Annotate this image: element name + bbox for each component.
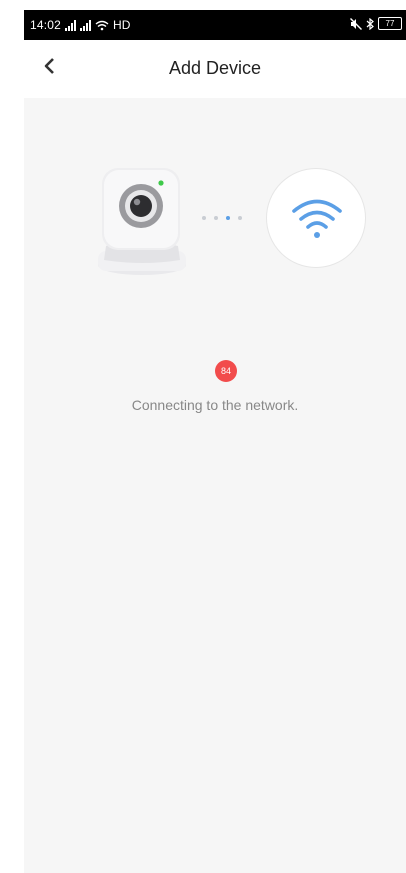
wifi-target [266,168,366,268]
connection-dots [202,216,242,220]
app-screen: 14:02 HD 77 Add Device 84 Connecting to … [24,10,406,873]
status-bar-left: 14:02 HD [30,18,130,32]
page-title: Add Device [168,58,262,78]
progress-dot [238,216,242,220]
mute-icon [350,17,362,30]
progress-dot-active [226,216,230,220]
network-type: HD [113,18,131,32]
status-bar: 14:02 HD 77 [24,10,406,40]
signal-icon [65,19,77,31]
progress-dot [202,216,206,220]
progress-dot [214,216,218,220]
connection-status-text: Connecting to the network. [131,397,299,413]
wifi-status-icon [95,20,109,30]
status-time: 14:02 [30,18,62,32]
bluetooth-icon [366,17,374,30]
camera-icon [98,168,186,275]
battery-level: 77 [385,19,395,28]
signal-icon-2 [80,19,92,31]
status-bar-right: 77 [350,17,402,30]
progress-badge: 84 [215,360,237,382]
header-bar: Add Device [24,40,406,98]
wifi-icon [292,199,342,238]
battery-icon: 77 [378,17,402,30]
